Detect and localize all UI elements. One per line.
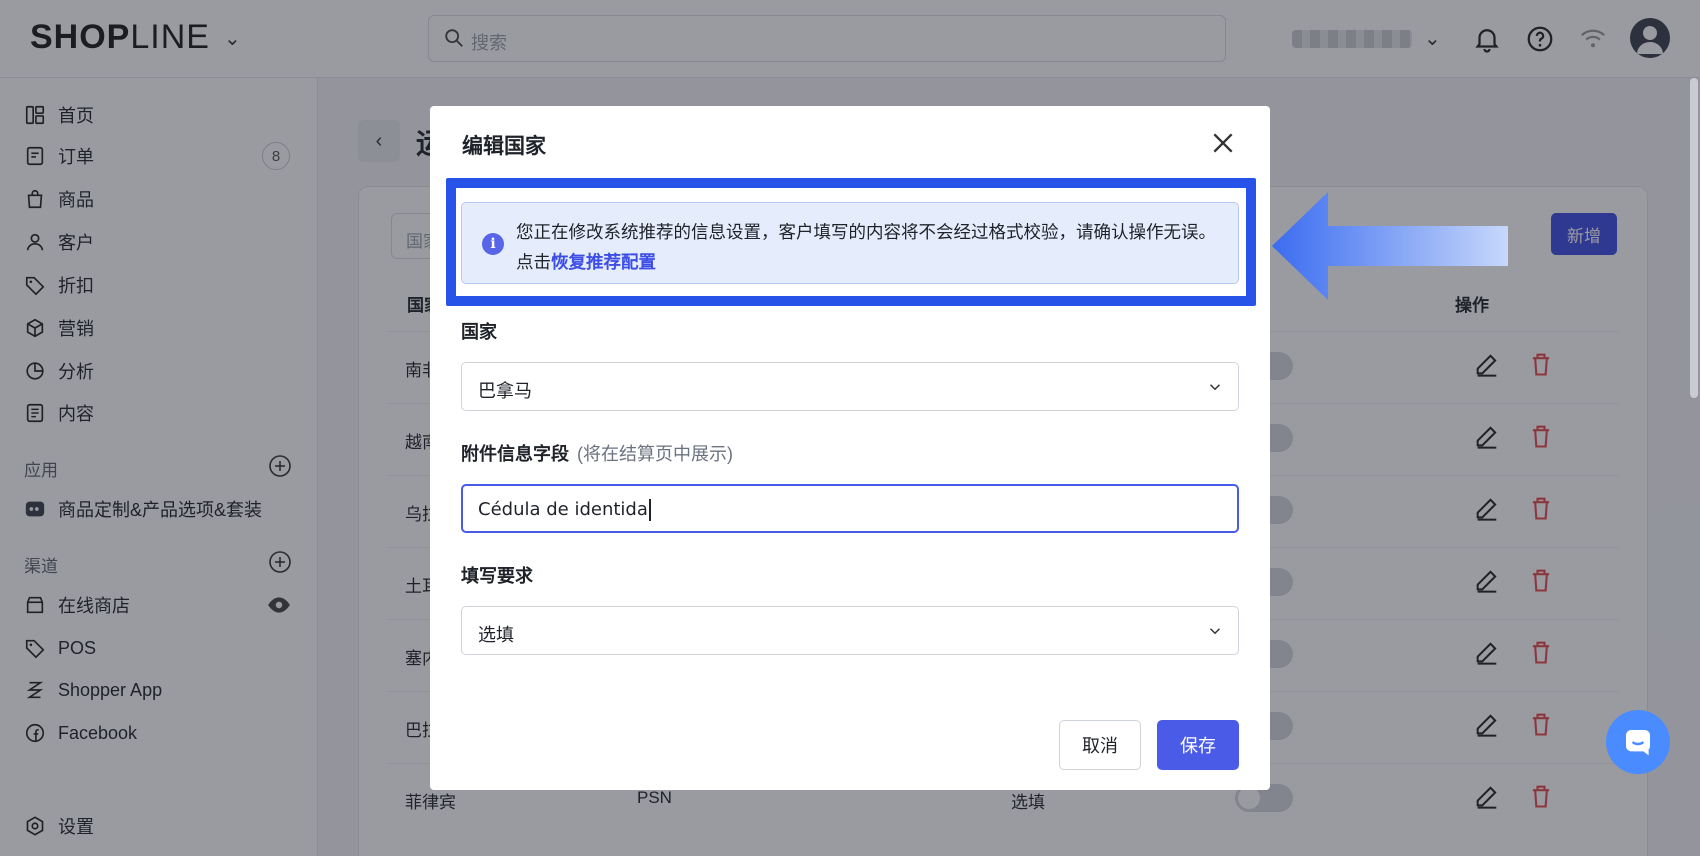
chat-icon (1626, 730, 1650, 756)
chevron-down-icon (1209, 628, 1221, 635)
cancel-button[interactable]: 取消 (1059, 720, 1141, 770)
info-icon: i (482, 233, 504, 255)
edit-country-dialog: 编辑国家 i 您正在修改系统推荐的信息设置，客户填写的内容将不会经过格式校验，请… (430, 106, 1270, 790)
country-select[interactable]: 巴拿马 (461, 362, 1239, 411)
chevron-down-icon (1209, 384, 1221, 391)
alert-message: 您正在修改系统推荐的信息设置，客户填写的内容将不会经过格式校验，请确认操作无误。… (516, 222, 1216, 272)
restore-recommended-link[interactable]: 恢复推荐配置 (551, 252, 656, 272)
dialog-title: 编辑国家 (462, 135, 546, 158)
extra-field-hint: (将在结算页中展示) (577, 444, 733, 464)
extra-field-label: 附件信息字段 (将在结算页中展示) (461, 444, 733, 464)
requirement-select[interactable]: 选填 (461, 606, 1239, 655)
requirement-select-value: 选填 (478, 625, 514, 645)
country-select-value: 巴拿马 (478, 381, 532, 401)
save-button[interactable]: 保存 (1157, 720, 1239, 770)
page-scrollbar[interactable] (1690, 78, 1698, 398)
extra-field-input[interactable]: Cédula de identida (461, 484, 1239, 533)
warning-alert: i 您正在修改系统推荐的信息设置，客户填写的内容将不会经过格式校验，请确认操作无… (461, 202, 1239, 284)
requirement-label: 填写要求 (461, 566, 533, 586)
text-caret (648, 499, 651, 521)
support-chat-button[interactable] (1606, 710, 1670, 774)
country-label: 国家 (461, 322, 497, 342)
extra-field-value: Cédula de identida (478, 499, 651, 521)
pointer-arrow-annotation (1272, 192, 1508, 300)
close-icon[interactable] (1210, 130, 1236, 156)
